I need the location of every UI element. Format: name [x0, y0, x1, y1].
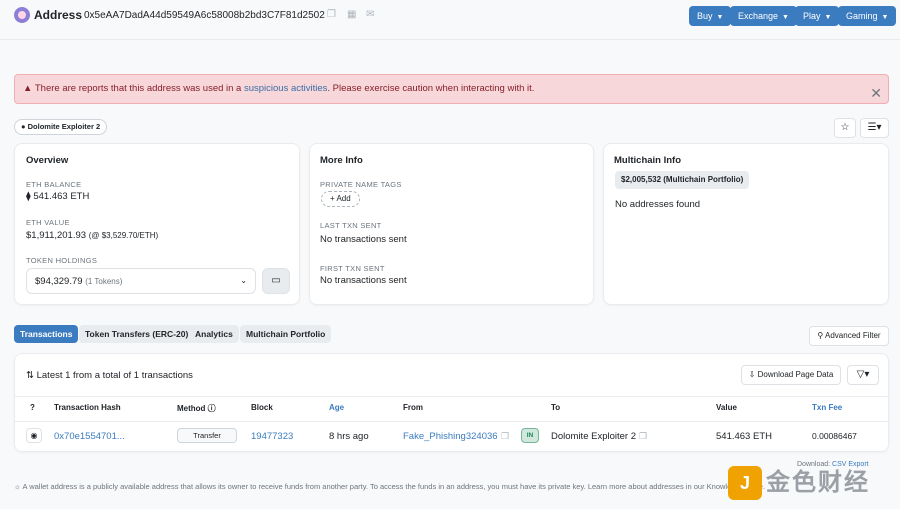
first-txn-value: No transactions sent — [320, 275, 407, 286]
method-badge: Transfer — [177, 428, 237, 443]
nav-buy-button[interactable]: Buy ▼ — [689, 6, 732, 26]
transactions-summary: ⇅ Latest 1 from a total of 1 transaction… — [26, 370, 193, 381]
wallet-button[interactable]: ▭ — [262, 268, 290, 294]
favorite-button[interactable]: ☆ — [834, 118, 856, 138]
col-txn-fee[interactable]: Txn Fee — [812, 403, 842, 412]
token-holdings-dropdown[interactable]: $94,329.79 (1 Tokens) ⌄ — [26, 268, 256, 294]
chevron-down-icon: ▼ — [782, 14, 789, 21]
col-transaction-hash: Transaction Hash — [54, 403, 121, 412]
col-from: From — [403, 403, 423, 412]
copy-icon[interactable]: ❐ — [501, 431, 509, 442]
txn-value: 541.463 ETH — [716, 431, 772, 442]
copy-icon[interactable]: ❐ — [327, 9, 336, 20]
private-name-tags-label: PRIVATE NAME TAGS — [320, 180, 402, 189]
table-divider — [15, 421, 888, 422]
page-header: Address 0x5eAA7DadA44d59549A6c58008b2bd3… — [0, 0, 900, 40]
filter-icon: ⚲ — [817, 331, 824, 340]
address-avatar — [14, 7, 30, 23]
to-address: Dolomite Exploiter 2 — [551, 431, 637, 442]
chevron-down-icon: ▼ — [824, 14, 832, 21]
overview-card: Overview ETH BALANCE ⧫ 541.463 ETH ETH V… — [14, 143, 300, 305]
col-age[interactable]: Age — [329, 403, 344, 412]
address-hash: 0x5eAA7DadA44d59549A6c58008b2bd3C7F81d25… — [84, 10, 325, 21]
more-info-title: More Info — [320, 155, 363, 166]
nav-gaming-button[interactable]: Gaming ▼ — [838, 6, 897, 26]
eth-value: $1,911,201.93 (@ $3,529.70/ETH) — [26, 230, 159, 241]
add-tag-button[interactable]: + Add — [321, 191, 360, 207]
tag-icon: ● — [21, 122, 26, 131]
block-link[interactable]: 19477323 — [251, 431, 293, 442]
watermark-text: 金色财经 — [766, 469, 870, 496]
tab-transactions[interactable]: Transactions — [14, 325, 79, 343]
tab-analytics[interactable]: Analytics — [189, 325, 239, 343]
download-page-data-button[interactable]: ⇩ Download Page Data — [741, 365, 841, 385]
col-to: To — [551, 403, 561, 412]
last-txn-label: LAST TXN SENT — [320, 221, 382, 230]
chevron-down-icon: ▼ — [881, 14, 889, 21]
first-txn-label: FIRST TXN SENT — [320, 264, 385, 273]
col-block: Block — [251, 403, 273, 412]
suspicious-activities-link[interactable]: suspicious activities — [244, 83, 327, 94]
col-method: Method ⓘ — [177, 404, 216, 413]
view-details-button[interactable]: ◉ — [26, 428, 42, 443]
multichain-card: Multichain Info $2,005,532 (Multichain P… — [603, 143, 889, 305]
ethereum-icon: ⧫ — [26, 191, 31, 202]
address-tag[interactable]: ● Dolomite Exploiter 2 — [14, 119, 108, 135]
nav-play-button[interactable]: Play ▼ — [795, 6, 840, 26]
multichain-title: Multichain Info — [614, 155, 682, 166]
eth-value-label: ETH VALUE — [26, 218, 70, 227]
eye-icon: ◉ — [30, 431, 38, 440]
sort-icon: ⇅ — [26, 370, 34, 381]
jinse-logo-icon: J — [728, 466, 762, 500]
warning-icon: ▲ — [23, 83, 33, 94]
footer-note: ☼ A wallet address is a publicly availab… — [14, 482, 766, 491]
overview-title: Overview — [26, 155, 69, 166]
qr-code-icon[interactable]: ▦ — [347, 9, 356, 20]
list-icon: ☰▾ — [867, 122, 882, 133]
col-value: Value — [716, 403, 737, 412]
download-icon: ⇩ — [748, 370, 756, 379]
tab-multichain-portfolio[interactable]: Multichain Portfolio — [240, 325, 332, 343]
info-icon[interactable]: ⓘ — [208, 404, 216, 413]
chevron-down-icon: ▼ — [716, 14, 724, 21]
direction-badge: IN — [521, 428, 539, 443]
tab-token-transfers[interactable]: Token Transfers (ERC-20) — [79, 325, 195, 343]
close-icon[interactable]: ✕ — [870, 79, 882, 107]
token-holdings-label: TOKEN HOLDINGS — [26, 256, 98, 265]
advanced-filter-button[interactable]: ⚲ Advanced Filter — [809, 326, 889, 346]
wallet-icon: ▭ — [271, 275, 281, 286]
table-filter-button[interactable]: ▽▾ — [847, 365, 879, 385]
table-divider — [15, 396, 888, 397]
multichain-portfolio-badge[interactable]: $2,005,532 (Multichain Portfolio) — [615, 171, 750, 189]
star-icon: ☆ — [840, 122, 850, 133]
comment-icon[interactable]: ✉ — [366, 9, 374, 20]
more-info-card: More Info PRIVATE NAME TAGS + Add LAST T… — [309, 143, 594, 305]
help-icon[interactable]: ? — [30, 403, 35, 412]
nav-exchange-button[interactable]: Exchange ▼ — [730, 6, 797, 26]
page-title: Address — [34, 8, 83, 22]
chevron-down-icon: ⌄ — [240, 276, 247, 285]
multichain-empty-text: No addresses found — [615, 199, 701, 210]
filter-icon: ▽▾ — [856, 369, 870, 380]
more-options-button[interactable]: ☰▾ — [860, 118, 889, 138]
from-address-link[interactable]: Fake_Phishing324036 — [403, 431, 498, 442]
eth-balance-value: ⧫ 541.463 ETH — [26, 191, 90, 202]
eth-balance-label: ETH BALANCE — [26, 180, 82, 189]
copy-icon[interactable]: ❐ — [639, 431, 647, 442]
warning-alert: ▲ There are reports that this address wa… — [14, 74, 889, 104]
watermark: J 金色财经 — [728, 466, 898, 500]
txn-fee: 0.00086467 — [812, 431, 857, 441]
txn-hash-link[interactable]: 0x70e1554701... — [54, 431, 125, 442]
txn-age: 8 hrs ago — [329, 431, 369, 442]
lightbulb-icon: ☼ — [14, 482, 21, 491]
last-txn-value: No transactions sent — [320, 234, 407, 245]
